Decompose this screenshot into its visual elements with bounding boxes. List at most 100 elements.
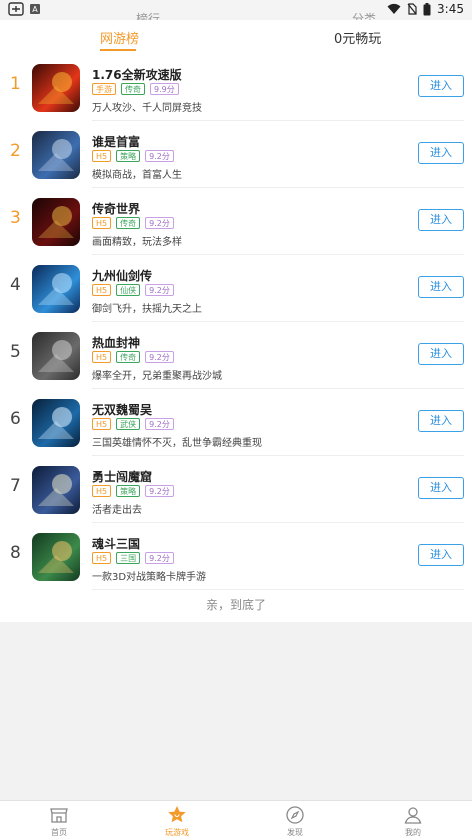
nav-home-label: 首页 [51,828,67,837]
game-description: 御剑飞升，扶摇九天之上 [92,304,202,315]
flying-sword-game-icon[interactable] [32,265,80,313]
genre-tag: 传奇 [121,83,145,95]
flame-sword-game-icon[interactable] [32,64,80,112]
game-row[interactable]: 1 1.76全新攻速版 手游 传奇 9.9分 万人攻沙、千人同屏竞技 进入 [0,54,472,121]
nav-play-games[interactable]: 玩游戏 [147,805,207,838]
game-row[interactable]: 7 勇士闯魔窟 H5 策略 9.2分 活者走出去 进入 [0,456,472,523]
genre-tag: 策略 [116,485,141,497]
wifi-icon [387,3,401,14]
game-title: 1.76全新攻速版 [92,68,182,82]
game-tags: H5 传奇 9.2分 [92,351,174,363]
tab-free-play[interactable]: 0元畅玩 [334,28,381,47]
platform-tag: H5 [92,418,112,430]
game-title: 无双魏蜀吴 [92,403,153,417]
star-icon [168,806,186,823]
game-tags: H5 武侠 9.2分 [92,418,174,430]
game-description: 一款3D对战策略卡牌手游 [92,572,207,583]
nav-mine[interactable]: 我的 [383,805,443,838]
businessman-game-icon[interactable] [32,131,80,179]
game-tags: H5 仙侠 9.2分 [92,284,174,296]
enter-button[interactable]: 进入 [418,410,464,432]
platform-tag: H5 [92,351,112,363]
score-tag: 9.2分 [145,418,174,430]
game-description: 三国英雄情怀不灭，乱世争霸经典重现 [92,438,262,449]
score-tag: 9.2分 [145,284,174,296]
bottom-nav: 首页 玩游戏 发现 我的 [0,800,472,840]
game-title: 魂斗三国 [92,537,141,551]
platform-tag: H5 [92,150,112,162]
tab-bar: 网游榜 0元畅玩 [0,20,472,54]
game-description: 画面精致，玩法多样 [92,237,182,248]
stone-characters-game-icon[interactable] [32,332,80,380]
legend-calligraphy-game-icon[interactable] [32,198,80,246]
platform-tag: H5 [92,485,112,497]
battery-icon [423,2,431,15]
rank-number: 7 [10,476,21,496]
game-tags: H5 策略 9.2分 [92,150,174,162]
game-row[interactable]: 6 无双魏蜀吴 H5 武侠 9.2分三国英雄情怀不灭，乱世争霸经典重现 进入 [0,389,472,456]
active-tab-indicator [100,49,136,51]
game-row[interactable]: 8 魂斗三国 H5 三国 9.2分 一款3D对战策略卡牌手游 进入 [0,523,472,590]
game-tags: H5 传奇 9.2分 [92,217,174,229]
enter-button[interactable]: 进入 [418,75,464,97]
shop-icon [50,808,68,823]
platform-tag: H5 [92,552,112,564]
status-bar: A 榜行 分类 3:45 [0,0,472,26]
genre-tag: 传奇 [116,217,141,229]
game-title: 谁是首富 [92,135,141,149]
warrior-moon-game-icon[interactable] [32,466,80,514]
enter-button[interactable]: 进入 [418,276,464,298]
platform-tag: H5 [92,217,112,229]
game-row[interactable]: 5 热血封神 H5 传奇 9.2分 爆率全开，兄弟重聚再战沙城 进入 [0,322,472,389]
game-title: 九州仙剑传 [92,269,153,283]
row-divider [92,589,464,590]
game-description: 模拟商战，首富人生 [92,170,182,181]
rank-number: 4 [10,275,21,295]
genre-tag: 武侠 [116,418,141,430]
score-tag: 9.2分 [145,150,174,162]
notification-app-icon [8,2,24,16]
game-title: 传奇世界 [92,202,141,216]
game-row[interactable]: 3 传奇世界 H5 传奇 9.2分画面精致，玩法多样 进入 [0,188,472,255]
tab-online-games[interactable]: 网游榜 [100,28,139,47]
game-description: 爆率全开，兄弟重聚再战沙城 [92,371,222,382]
list-end-text: 亲，到底了 [205,598,266,612]
game-tags: 手游 传奇 9.9分 [92,83,179,95]
game-row[interactable]: 2 谁是首富 H5 策略 9.2分 模拟商战，首富人生 进入 [0,121,472,188]
nav-home[interactable]: 首页 [29,805,89,838]
score-tag: 9.2分 [145,217,174,229]
nav-discover-label: 发现 [287,828,303,837]
ranking-panel: 网游榜 0元畅玩 1 1.76全新攻速版 手游 传奇 9.9分 万人攻沙、千人同屏竞技 进入… [0,20,472,622]
clock-time: 3:45 [437,2,464,16]
game-tags: H5 三国 9.2分 [92,552,174,564]
rank-number: 3 [10,208,21,228]
enter-button[interactable]: 进入 [418,343,464,365]
genre-tag: 仙侠 [116,284,141,296]
score-tag: 9.2分 [145,351,174,363]
rank-number: 6 [10,409,21,429]
platform-tag: H5 [92,284,112,296]
game-description: 万人攻沙、千人同屏竞技 [92,103,202,114]
notification-a-icon: A [30,4,40,14]
three-kingdoms-heroes-game-icon[interactable] [32,533,80,581]
genre-tag: 三国 [116,552,141,564]
nav-play-games-label: 玩游戏 [165,828,189,837]
rank-number: 8 [10,543,21,563]
genre-tag: 传奇 [116,351,141,363]
game-row[interactable]: 4 九州仙剑传 H5 仙侠 9.2分御剑飞升，扶摇九天之上 进入 [0,255,472,322]
enter-button[interactable]: 进入 [418,477,464,499]
enter-button[interactable]: 进入 [418,544,464,566]
enter-button[interactable]: 进入 [418,142,464,164]
enter-button[interactable]: 进入 [418,209,464,231]
user-icon [404,807,422,824]
nav-discover[interactable]: 发现 [265,805,325,838]
rank-number: 2 [10,141,21,161]
no-sim-icon [407,3,417,15]
horse-rider-game-icon[interactable] [32,399,80,447]
compass-icon [286,806,304,824]
game-title: 热血封神 [92,336,141,350]
game-description: 活者走出去 [92,505,142,516]
score-tag: 9.2分 [145,485,174,497]
nav-mine-label: 我的 [405,828,421,837]
svg-text:A: A [32,5,38,14]
